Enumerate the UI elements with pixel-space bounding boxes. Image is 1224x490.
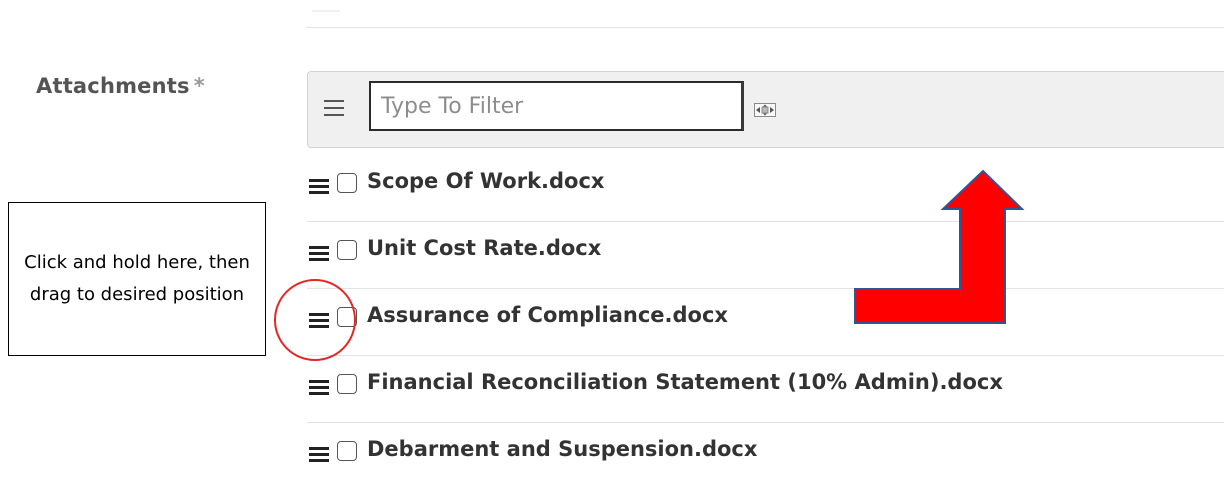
section-divider [306, 27, 1224, 28]
bent-arrow-shape [854, 169, 1025, 324]
attachments-list: Scope Of Work.docx Unit Cost Rate.docx A… [307, 155, 1224, 490]
attachment-name: Debarment and Suspension.docx [367, 437, 758, 461]
attachment-name: Unit Cost Rate.docx [367, 236, 602, 260]
attachment-checkbox[interactable] [337, 374, 357, 394]
hamburger-icon[interactable] [324, 100, 344, 116]
attachment-row: Financial Reconciliation Statement (10% … [307, 356, 1224, 423]
attachment-name: Financial Reconciliation Statement (10% … [367, 370, 1003, 394]
drag-handle-icon[interactable] [309, 447, 329, 463]
attachment-row: Scope Of Work.docx [307, 155, 1224, 222]
attachment-name: Assurance of Compliance.docx [367, 303, 728, 327]
filter-input[interactable] [369, 81, 744, 131]
bent-arrow-annotation [854, 169, 1025, 324]
attachment-row: Debarment and Suspension.docx [307, 423, 1224, 490]
attachment-checkbox[interactable] [337, 173, 357, 193]
attachments-label: Attachments * [36, 74, 205, 98]
drag-handle-icon[interactable] [309, 179, 329, 195]
top-field-remnant [312, 10, 340, 12]
attachment-row: Assurance of Compliance.docx [307, 289, 1224, 356]
drag-handle-icon[interactable] [309, 380, 329, 396]
required-marker: * [193, 74, 205, 98]
attachment-name: Scope Of Work.docx [367, 169, 605, 193]
attachment-checkbox[interactable] [337, 441, 357, 461]
attachments-toolbar [307, 71, 1224, 148]
callout-text: Click and hold here, then drag to desire… [24, 252, 250, 305]
instruction-callout: Click and hold here, then drag to desire… [8, 202, 266, 356]
attachment-row: Unit Cost Rate.docx [307, 222, 1224, 289]
drag-handle-icon[interactable] [309, 246, 329, 262]
expand-icon[interactable] [754, 103, 776, 117]
attachment-checkbox[interactable] [337, 240, 357, 260]
drag-handle-icon[interactable] [309, 313, 329, 329]
attachments-label-text: Attachments [36, 74, 190, 98]
attachment-checkbox[interactable] [337, 307, 357, 327]
